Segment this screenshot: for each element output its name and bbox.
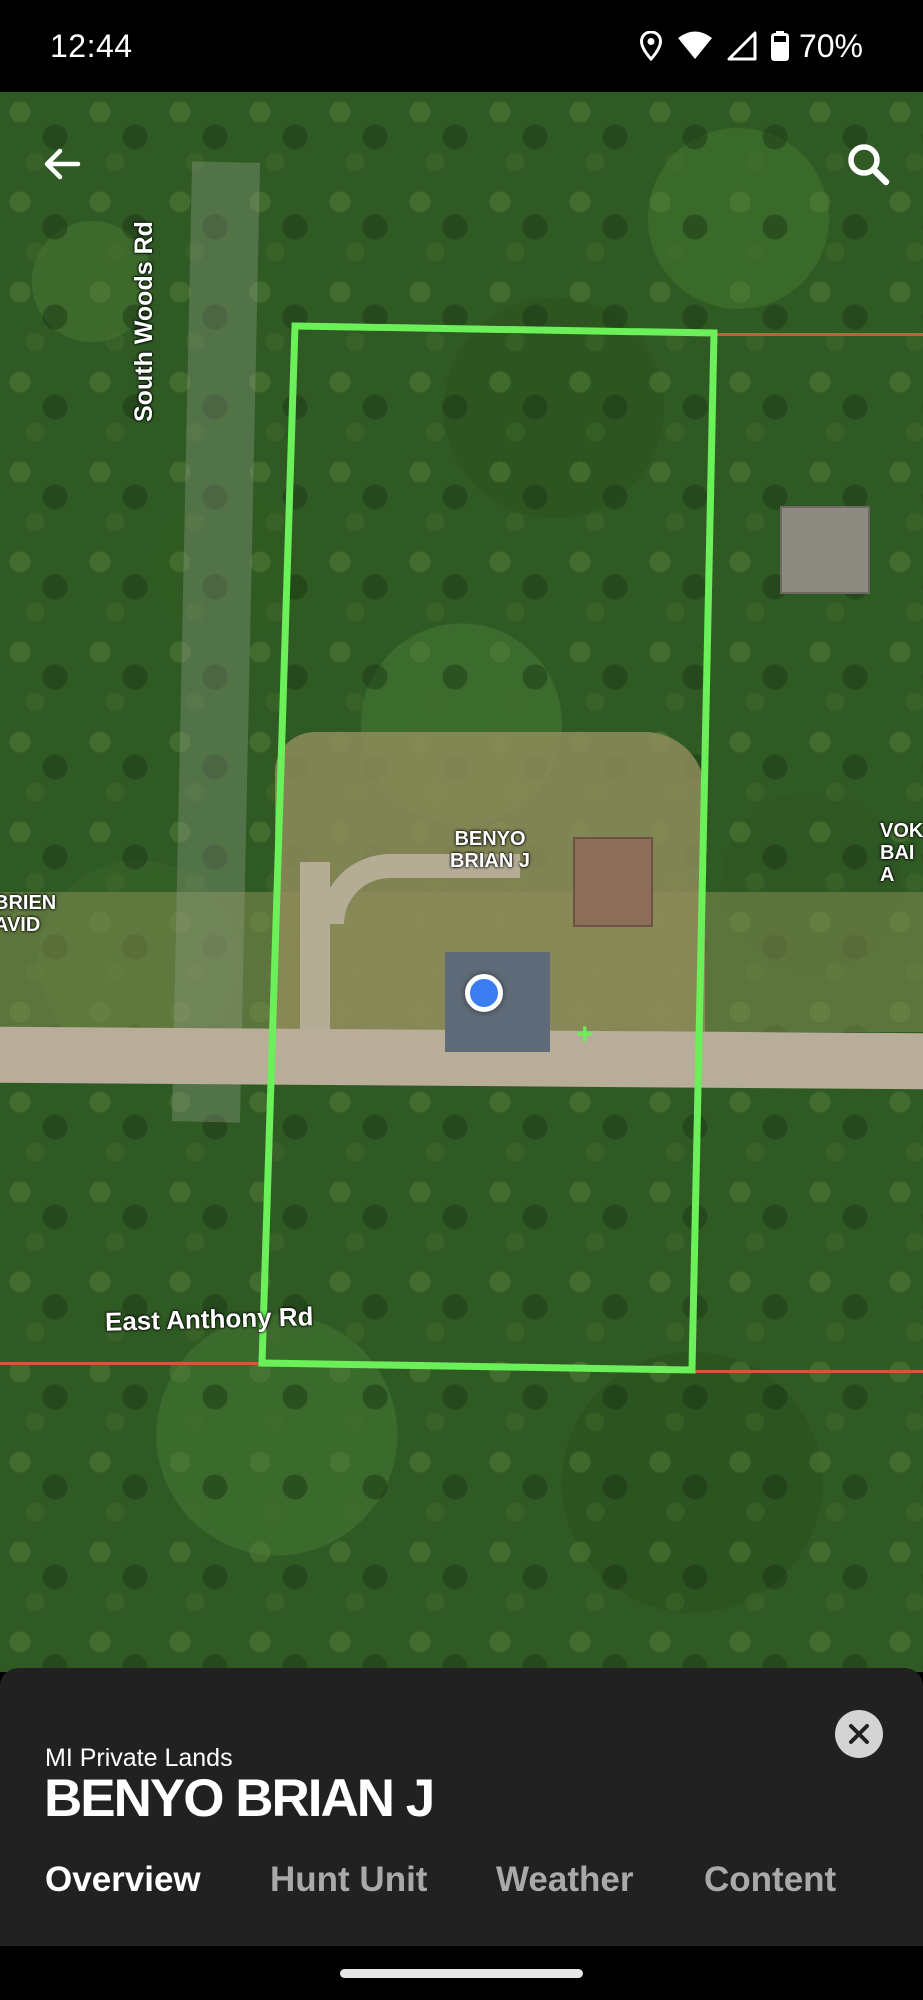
owner-label-parcel[interactable]: BENYO BRIAN J bbox=[430, 828, 550, 872]
crosshair-icon: + bbox=[576, 1018, 594, 1051]
status-bar: 12:44 70% bbox=[0, 0, 923, 92]
location-icon bbox=[639, 31, 662, 61]
arrow-left-icon bbox=[44, 148, 81, 180]
wifi-icon bbox=[677, 31, 712, 59]
satellite-map[interactable]: South Woods Rd East Anthony Rd BENYO BRI… bbox=[0, 92, 923, 1672]
road-label-south-woods: South Woods Rd bbox=[130, 221, 158, 422]
home-handle[interactable] bbox=[340, 1969, 583, 1978]
tab-weather[interactable]: Weather bbox=[496, 1860, 633, 1900]
battery-percent: 70% bbox=[798, 27, 863, 64]
owner-label-left[interactable]: BRIEN AVID bbox=[0, 892, 64, 936]
search-icon bbox=[848, 144, 890, 186]
current-location-dot bbox=[465, 974, 503, 1012]
tab-content[interactable]: Content bbox=[704, 1860, 836, 1900]
tab-overview[interactable]: Overview bbox=[45, 1860, 201, 1900]
close-icon bbox=[849, 1724, 869, 1744]
tab-hunt-unit[interactable]: Hunt Unit bbox=[270, 1860, 427, 1900]
cell-signal-icon bbox=[727, 31, 757, 61]
back-button[interactable] bbox=[30, 132, 94, 196]
sheet-tabs: Overview Hunt Unit Weather Content bbox=[0, 1860, 923, 1916]
sheet-title: BENYO BRIAN J bbox=[44, 1769, 435, 1828]
status-icons: 70% bbox=[639, 26, 863, 66]
battery-icon bbox=[770, 31, 789, 61]
owner-label-right[interactable]: VOK BAI A bbox=[880, 820, 923, 886]
search-button[interactable] bbox=[836, 132, 900, 196]
close-button[interactable] bbox=[835, 1710, 883, 1758]
road-label-east-anthony: East Anthony Rd bbox=[104, 1301, 314, 1337]
status-time: 12:44 bbox=[50, 28, 133, 64]
